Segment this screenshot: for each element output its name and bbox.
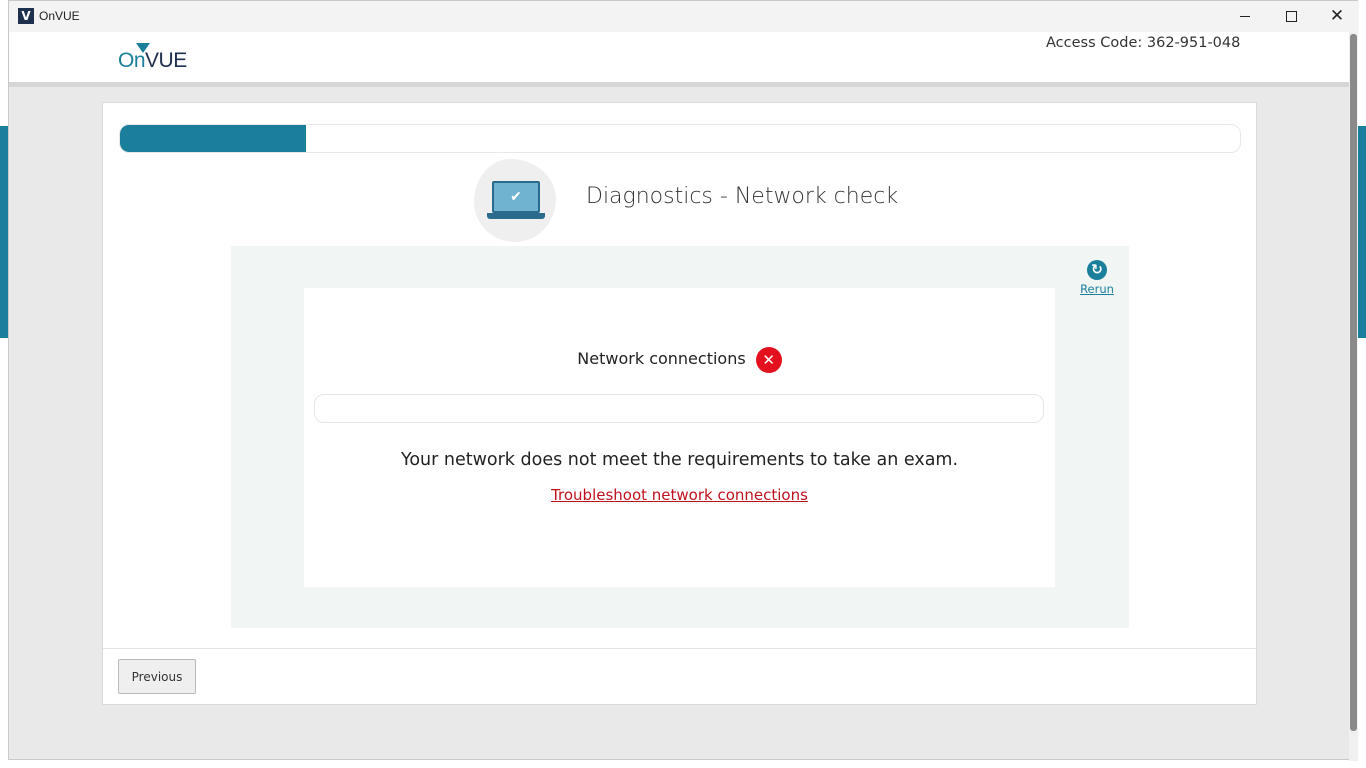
rerun-label[interactable]: Rerun <box>1077 282 1117 296</box>
app-window: V OnVUE ✕ OnVUE Access Code: 362-951-048… <box>8 0 1359 761</box>
footer-divider <box>103 648 1256 649</box>
desktop-backdrop-right <box>1358 126 1366 338</box>
onvue-logo: OnVUE <box>118 49 187 73</box>
access-code: Access Code: 362-951-048 <box>1046 35 1241 51</box>
progress-bar-fill <box>120 125 306 152</box>
error-message: Your network does not meet the requireme… <box>400 450 959 470</box>
page-title: Diagnostics - Network check <box>586 184 899 209</box>
app-header: OnVUE Access Code: 362-951-048 <box>9 32 1349 82</box>
logo-vue-text: VUE <box>145 49 187 72</box>
troubleshoot-link[interactable]: Troubleshoot network connections <box>304 486 1055 504</box>
laptop-screen: ✔ <box>492 181 540 213</box>
minimize-icon <box>1240 16 1250 17</box>
check-label: Network connections <box>577 348 746 368</box>
check-result-box: Network connections ✕ Your network does … <box>304 288 1055 587</box>
laptop-check-icon: ✔ <box>474 159 556 242</box>
error-icon: ✕ <box>755 347 782 373</box>
laptop-base <box>487 213 545 219</box>
refresh-icon: ↻ <box>1087 260 1107 280</box>
window-title: OnVUE <box>39 9 80 23</box>
check-header: Network connections ✕ <box>304 343 1055 373</box>
close-button[interactable]: ✕ <box>1314 1 1360 32</box>
title-bar[interactable]: V OnVUE ✕ <box>9 1 1359 32</box>
app-icon: V <box>18 8 34 24</box>
logo-on-text: On <box>118 49 146 72</box>
scrollbar-thumb[interactable] <box>1350 34 1357 731</box>
progress-bar <box>119 124 1241 153</box>
header-divider <box>9 82 1349 87</box>
minimize-button[interactable] <box>1222 1 1268 32</box>
rerun-button[interactable]: ↻ Rerun <box>1077 260 1117 296</box>
previous-button[interactable]: Previous <box>118 659 196 694</box>
close-icon: ✕ <box>1329 6 1345 26</box>
maximize-button[interactable] <box>1268 1 1314 32</box>
check-detail-bar <box>314 394 1044 423</box>
check-panel: ↻ Rerun Network connections ✕ Your netwo… <box>231 246 1129 628</box>
maximize-icon <box>1285 11 1297 22</box>
diagnostics-card: ✔ Diagnostics - Network check ↻ Rerun Ne… <box>102 102 1257 705</box>
